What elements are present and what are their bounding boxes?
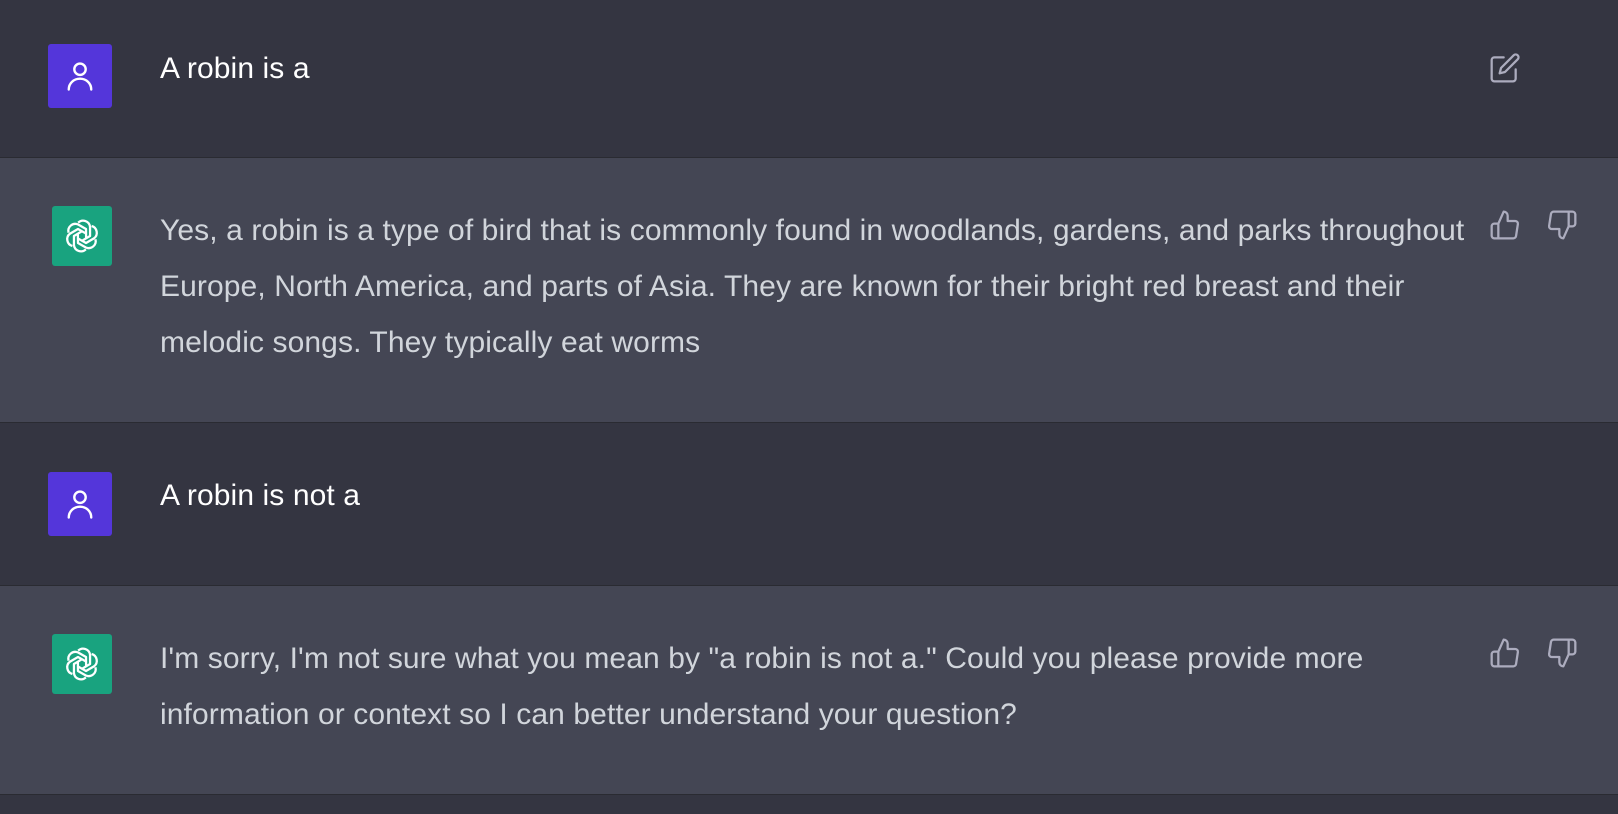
user-message-text: A robin is not a <box>160 479 361 512</box>
thumbs-down-button[interactable] <box>1544 635 1580 671</box>
thread-bottom-area <box>0 795 1618 814</box>
user-icon <box>67 62 93 91</box>
thumbs-up-icon <box>1490 638 1520 668</box>
user-message: A robin is a <box>0 0 1618 158</box>
assistant-message: I'm sorry, I'm not sure what you mean by… <box>0 585 1618 795</box>
conversation-thread: A robin is a Yes, a robin is a type of b… <box>0 0 1618 814</box>
openai-logo-icon <box>66 219 98 253</box>
user-message: A robin is not a <box>0 423 1618 585</box>
thumbs-up-icon <box>1490 210 1520 240</box>
user-avatar <box>48 44 112 108</box>
assistant-message: Yes, a robin is a type of bird that is c… <box>0 157 1618 423</box>
user-avatar <box>48 472 112 536</box>
edit-icon <box>1490 53 1520 83</box>
openai-logo-icon <box>66 647 98 681</box>
assistant-avatar <box>52 206 112 266</box>
user-icon <box>67 490 93 519</box>
edit-button[interactable] <box>1487 50 1523 86</box>
assistant-avatar <box>52 634 112 694</box>
assistant-message-text: Yes, a robin is a type of bird that is c… <box>160 214 1465 359</box>
thumbs-down-button[interactable] <box>1544 207 1580 243</box>
thumbs-up-button[interactable] <box>1487 635 1523 671</box>
thumbs-down-icon <box>1547 638 1577 668</box>
thumbs-down-icon <box>1547 210 1577 240</box>
thumbs-up-button[interactable] <box>1487 207 1523 243</box>
assistant-message-text: I'm sorry, I'm not sure what you mean by… <box>160 642 1364 731</box>
user-message-text: A robin is a <box>160 52 310 85</box>
